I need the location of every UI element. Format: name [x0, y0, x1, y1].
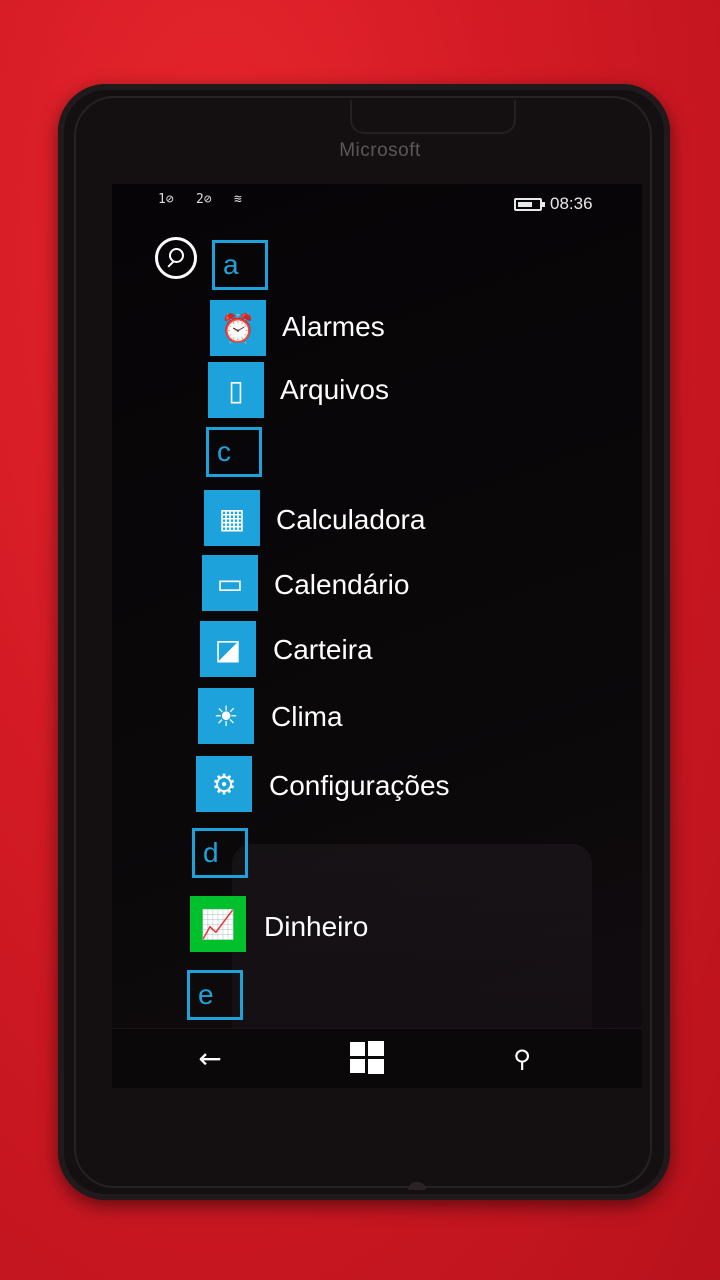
windows-start-icon[interactable] — [350, 1041, 384, 1075]
jump-letter-e[interactable]: e — [187, 970, 243, 1020]
jump-letter-d[interactable]: d — [192, 828, 248, 878]
clock: 08:36 — [550, 194, 593, 213]
app-label-alarmes[interactable]: Alarmes — [282, 311, 385, 343]
wallet-icon[interactable]: ◪ — [200, 621, 256, 677]
alarm-clock-icon[interactable]: ⏰ — [210, 300, 266, 356]
search-icon[interactable]: ⚲ — [498, 1039, 546, 1079]
sim2-signal-icon: 2⊘ — [196, 192, 212, 207]
app-label-calculadora[interactable]: Calculadora — [276, 504, 425, 536]
file-icon[interactable]: ▯ — [208, 362, 264, 418]
chart-icon[interactable]: 📈 — [190, 896, 246, 952]
brand-logo: Microsoft — [339, 140, 421, 161]
phone-bottom-notch — [408, 1182, 426, 1190]
status-bar: 1⊘ 2⊘ ≋ 08:36 — [152, 192, 602, 216]
jump-letter-c[interactable]: c — [206, 427, 262, 477]
app-label-configuracoes[interactable]: Configurações — [269, 770, 450, 802]
app-label-arquivos[interactable]: Arquivos — [280, 374, 389, 406]
jump-letter-a[interactable]: a — [212, 240, 268, 290]
battery-icon — [514, 198, 545, 211]
app-label-clima[interactable]: Clima — [271, 701, 343, 733]
wifi-off-icon: ≋ — [234, 192, 242, 207]
search-button[interactable] — [155, 237, 197, 279]
back-icon[interactable]: ← — [186, 1039, 234, 1079]
navigation-bar: ← ⚲ — [112, 1028, 642, 1088]
app-label-dinheiro[interactable]: Dinheiro — [264, 911, 368, 943]
speaker-notch — [350, 100, 516, 134]
app-label-carteira[interactable]: Carteira — [273, 634, 373, 666]
sim1-signal-icon: 1⊘ — [158, 192, 174, 207]
calendar-icon[interactable]: ▭ — [202, 555, 258, 611]
gear-icon[interactable]: ⚙ — [196, 756, 252, 812]
sun-icon[interactable]: ☀ — [198, 688, 254, 744]
calculator-icon[interactable]: ▦ — [204, 490, 260, 546]
app-label-calendario[interactable]: Calendário — [274, 569, 409, 601]
